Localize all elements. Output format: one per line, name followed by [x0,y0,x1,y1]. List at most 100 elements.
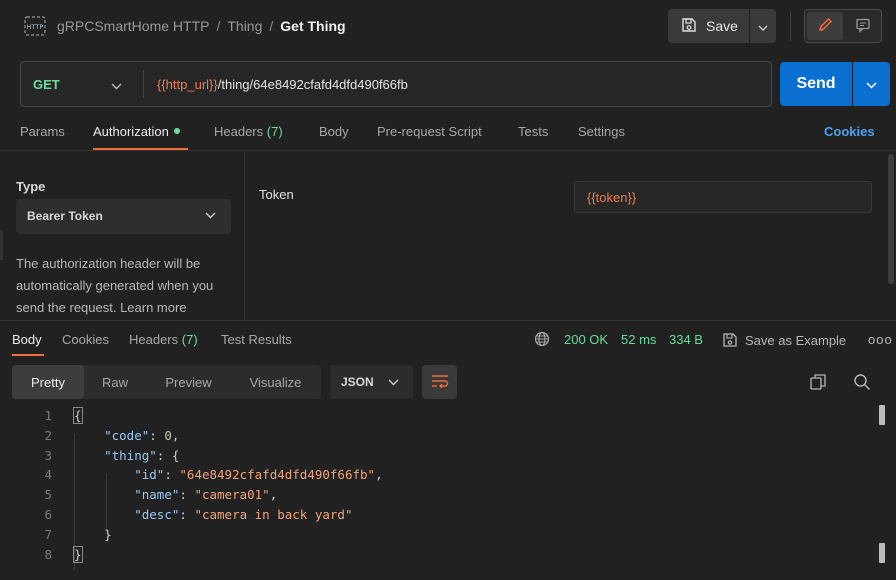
json-key: "code" [104,427,150,443]
breadcrumb-separator: / [269,18,274,34]
view-visualize-button[interactable]: Visualize [238,365,313,399]
tab-headers[interactable]: Headers (7) [214,124,283,139]
auth-type-select[interactable]: Bearer Token [16,199,231,234]
json-key: "id" [134,467,165,483]
json-punctuation: , [269,487,278,503]
comment-icon [855,17,871,36]
tab-authorization-label: Authorization [93,124,169,139]
tab-prerequest-script[interactable]: Pre-request Script [377,124,482,139]
save-button[interactable]: Save [668,9,749,43]
json-punctuation: , [375,467,383,483]
view-raw-button[interactable]: Raw [90,365,140,399]
view-mode-group: Pretty Raw Preview Visualize [12,365,321,399]
code-line: 5 "name": "camera01", [0,484,880,504]
response-tabs: Body Cookies Headers (7) Test Results 20… [0,320,896,356]
chevron-down-icon [758,19,768,34]
auth-type-value: Bearer Token [27,209,103,223]
svg-text:HTTP: HTTP [27,23,44,31]
response-time[interactable]: 52 ms [621,332,656,347]
token-label: Token [259,187,294,202]
json-string: "camera01" [194,487,270,503]
tab-authorization[interactable]: Authorization [93,124,180,139]
json-punctuation [74,487,134,502]
line-number: 4 [44,467,52,483]
line-number: 5 [44,487,52,503]
line-number: 8 [44,546,52,562]
code-line: 6 "desc": "camera in back yard" [0,504,880,524]
line-content: } [73,545,83,563]
http-icon: HTTP [24,16,46,36]
wrap-lines-icon [431,374,449,391]
status-dot [173,128,180,134]
format-select[interactable]: JSON [330,365,413,399]
response-size[interactable]: 334 B [669,332,703,347]
line-content: { [73,407,83,424]
save-options-button[interactable] [750,9,776,43]
json-string: "64e8492cfafd4dfd490f66fb" [179,467,376,483]
json-punctuation: : [164,467,180,483]
breadcrumb-separator: / [216,18,221,34]
chevron-down-icon [388,379,399,386]
token-value: {{token}} [587,190,637,205]
scrollbar[interactable] [888,154,894,284]
token-input[interactable]: {{token}} [574,181,872,213]
edit-mode-button[interactable] [807,12,843,40]
copy-icon[interactable] [809,373,827,394]
code-line: 2 "code": 0, [0,425,880,445]
tab-settings[interactable]: Settings [578,124,625,139]
tab-params[interactable]: Params [20,124,65,139]
line-content: "name": "camera01", [74,487,277,502]
line-content: "thing": { [74,448,179,463]
active-tab-indicator [93,148,188,150]
json-punctuation: { [73,407,83,424]
url-path: /thing/64e8492cfafd4dfd490f66fb [217,77,408,92]
cookies-link[interactable]: Cookies [824,124,875,139]
tab-response-cookies[interactable]: Cookies [62,332,109,347]
code-line: 1{ [0,405,880,425]
json-punctuation [74,448,104,463]
view-pretty-button[interactable]: Pretty [12,365,84,399]
json-punctuation: } [74,526,112,542]
url-bar: GET {{http_url}}/thing/64e8492cfafd4dfd4… [20,61,772,107]
comments-button[interactable] [845,12,880,40]
chevron-down-icon[interactable] [111,78,122,93]
code-line: 4 "id": "64e8492cfafd4dfd490f66fb", [0,464,880,484]
method-select[interactable]: GET [33,77,60,92]
json-punctuation: : [149,427,165,443]
scrollbar[interactable] [879,405,885,425]
send-options-button[interactable] [853,62,890,106]
view-preview-button[interactable]: Preview [156,365,221,399]
tab-tests[interactable]: Tests [518,124,548,139]
json-punctuation: , [171,427,180,443]
breadcrumb-collection[interactable]: gRPCSmartHome HTTP [57,18,209,34]
globe-icon[interactable] [534,331,550,350]
save-as-example-label: Save as Example [745,332,847,348]
send-button[interactable]: Send [780,62,852,106]
save-as-example-button[interactable]: Save as Example [722,332,846,348]
line-number: 1 [44,408,52,423]
type-label: Type [16,179,46,194]
response-headers-count: (7) [181,332,198,347]
more-options-icon[interactable]: ooo [868,332,893,347]
tab-body[interactable]: Body [319,124,349,139]
save-icon [681,17,706,36]
line-number: 2 [44,427,52,443]
tab-response-body[interactable]: Body [12,332,42,347]
line-content: "id": "64e8492cfafd4dfd490f66fb", [74,467,383,483]
url-input[interactable]: {{http_url}}/thing/64e8492cfafd4dfd490f6… [157,77,408,92]
tab-response-headers[interactable]: Headers (7) [129,332,198,347]
wrap-lines-button[interactable] [422,365,457,399]
line-number: 7 [44,526,52,542]
breadcrumb-folder[interactable]: Thing [227,18,262,34]
active-tab-indicator [12,354,44,356]
line-number: 6 [44,507,52,522]
mode-toggle [804,9,882,43]
status-code[interactable]: 200 OK [564,332,608,347]
breadcrumb: gRPCSmartHome HTTP / Thing / Get Thing [57,18,346,34]
request-name[interactable]: Get Thing [280,18,345,34]
response-body-viewer[interactable]: 1{2 "code": 0, 3 "thing": {4 "id": "64e84… [0,404,880,580]
auth-type-panel: Type Bearer Token The authorization head… [0,152,245,320]
search-icon[interactable] [853,373,871,394]
tab-test-results[interactable]: Test Results [221,332,292,347]
code-line: 8} [0,544,880,564]
